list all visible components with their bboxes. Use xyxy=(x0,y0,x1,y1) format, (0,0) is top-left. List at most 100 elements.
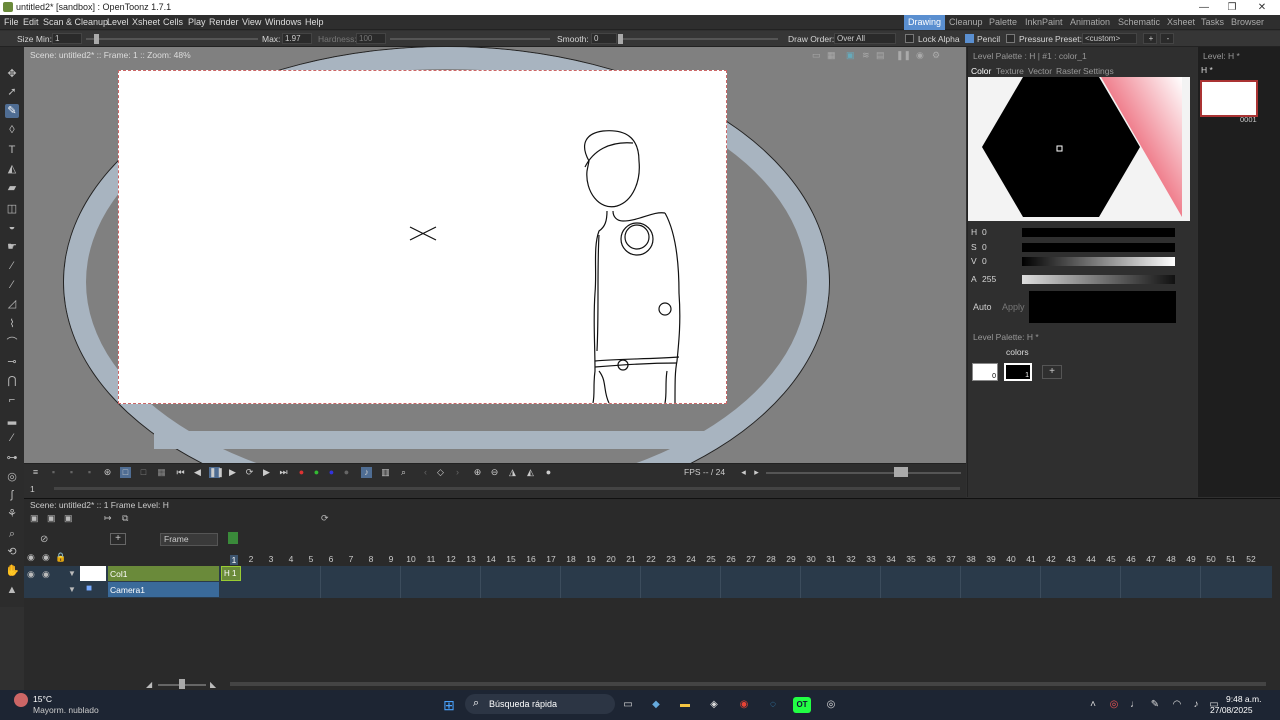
zoom-out-icon[interactable]: ⊖ xyxy=(489,467,500,478)
xsheet-side-hand-icon[interactable]: ✋ xyxy=(7,566,19,577)
first-frame-icon[interactable]: ⏮ xyxy=(175,467,186,478)
frame-number[interactable]: 45 xyxy=(1101,554,1121,564)
h-value[interactable]: 0 xyxy=(982,227,987,237)
fill-tool-icon[interactable]: ◭ xyxy=(5,162,19,176)
frame-number[interactable]: 28 xyxy=(761,554,781,564)
prev-key-icon[interactable]: ‹ xyxy=(420,467,431,478)
frame-number[interactable]: 18 xyxy=(561,554,581,564)
camera-expand-icon[interactable]: ▼ xyxy=(68,585,76,594)
room-cleanup[interactable]: Cleanup xyxy=(945,15,987,30)
fps-slider-track[interactable] xyxy=(766,472,961,474)
frame-number[interactable]: 14 xyxy=(481,554,501,564)
frame-number[interactable]: 34 xyxy=(881,554,901,564)
max-field[interactable]: 1.97 xyxy=(282,33,312,44)
frame-number[interactable]: 31 xyxy=(821,554,841,564)
menu-xsheet[interactable]: Xsheet xyxy=(132,17,160,27)
task-view-icon[interactable]: ▭ xyxy=(619,697,637,713)
clock-date[interactable]: 27/08/2025 xyxy=(1210,705,1253,715)
frame-number[interactable]: 38 xyxy=(961,554,981,564)
tab-color[interactable]: Color xyxy=(971,66,991,76)
current-frame-field[interactable]: 1 xyxy=(30,484,35,494)
auto-button[interactable]: Auto xyxy=(973,302,992,312)
wifi-icon[interactable]: ◠ xyxy=(1168,697,1186,713)
size-slider-track[interactable] xyxy=(86,38,258,40)
hardness-slider-track[interactable] xyxy=(390,38,550,40)
frame-number[interactable]: 30 xyxy=(801,554,821,564)
frame-number[interactable]: 46 xyxy=(1121,554,1141,564)
weather-temperature[interactable]: 15°C xyxy=(33,694,52,704)
new-raster-level-icon[interactable]: ▣ xyxy=(64,513,73,524)
frame-number[interactable]: 20 xyxy=(601,554,621,564)
finger-tool-icon[interactable]: ☛ xyxy=(5,240,19,254)
tray-chevron-icon[interactable]: ˄ xyxy=(1084,697,1102,713)
last-frame-icon[interactable]: ⏭ xyxy=(278,467,289,478)
minimize-button[interactable]: — xyxy=(1190,1,1218,14)
menu-scan-cleanup[interactable]: Scan & Cleanup xyxy=(43,17,108,27)
bender-tool-icon[interactable]: ⌐ xyxy=(5,393,19,407)
current-frame-number[interactable]: 1 xyxy=(230,555,238,565)
hardness-field[interactable]: 100 xyxy=(356,33,386,44)
iron-tool-icon[interactable]: ▂ xyxy=(5,412,19,426)
white-bg-icon[interactable]: □ xyxy=(120,467,131,478)
frame-number[interactable]: 52 xyxy=(1241,554,1261,564)
frame-number[interactable]: 41 xyxy=(1021,554,1041,564)
loop-icon[interactable]: ⟳ xyxy=(244,467,255,478)
selection-tool-icon[interactable]: ➚ xyxy=(5,85,19,99)
room-browser[interactable]: Browser xyxy=(1227,15,1268,30)
remove-preset-button[interactable]: - xyxy=(1160,33,1174,44)
volume-icon[interactable]: ♪ xyxy=(1187,697,1205,713)
room-tasks[interactable]: Tasks xyxy=(1197,15,1228,30)
color-picker[interactable] xyxy=(968,77,1190,221)
start-icon[interactable]: ⊞ xyxy=(440,697,458,713)
level-strip-frame[interactable] xyxy=(1200,80,1258,117)
frame-number[interactable]: 51 xyxy=(1221,554,1241,564)
frame-number[interactable]: 11 xyxy=(421,554,441,564)
frame-number[interactable]: 9 xyxy=(381,554,401,564)
black-bg-icon[interactable]: □ xyxy=(138,467,149,478)
search-box[interactable]: ⌕ Búsqueda rápida xyxy=(465,694,615,714)
hook-tool-icon[interactable]: ʃ xyxy=(5,488,19,502)
reset-icon[interactable]: ● xyxy=(543,467,554,478)
room-inknpaint[interactable]: InknPaint xyxy=(1021,15,1067,30)
type-tool-icon[interactable]: T xyxy=(5,143,19,157)
col1-preview-icon[interactable]: ◉ xyxy=(27,569,35,580)
a-slider[interactable] xyxy=(1022,275,1175,284)
frame-number[interactable]: 33 xyxy=(861,554,881,564)
frame-number[interactable]: 27 xyxy=(741,554,761,564)
room-drawing[interactable]: Drawing xyxy=(904,15,946,30)
weather-icon[interactable] xyxy=(14,693,28,707)
col1-expand-icon[interactable]: ▼ xyxy=(68,569,76,578)
skeleton-tool-icon[interactable]: ⊶ xyxy=(5,451,19,465)
frame-number[interactable]: 12 xyxy=(441,554,461,564)
paint-brush-tool-icon[interactable]: ▰ xyxy=(5,181,19,195)
menu-windows[interactable]: Windows xyxy=(265,17,302,27)
frame-number[interactable]: 7 xyxy=(341,554,361,564)
tracker-tool-icon[interactable]: ◎ xyxy=(5,470,19,484)
frame-number[interactable]: 17 xyxy=(541,554,561,564)
room-xsheet[interactable]: Xsheet xyxy=(1163,15,1199,30)
room-schematic[interactable]: Schematic xyxy=(1114,15,1164,30)
clock-time[interactable]: 9:48 a.m. xyxy=(1226,694,1261,704)
frame-number[interactable]: 37 xyxy=(941,554,961,564)
save-icon[interactable]: ▪ xyxy=(48,467,59,478)
rotate-tool-icon[interactable]: ⟲ xyxy=(5,545,19,559)
checker-bg-icon[interactable]: ▦ xyxy=(156,467,167,478)
transparency-check-icon[interactable]: ≋ xyxy=(862,50,870,61)
weather-description[interactable]: Mayorm. nublado xyxy=(33,705,99,715)
frame-zoom-select[interactable]: Frame xyxy=(160,533,218,546)
copilot-icon[interactable]: ◆ xyxy=(647,697,665,713)
menu-view[interactable]: View xyxy=(242,17,261,27)
style-chip-0[interactable]: 0 xyxy=(972,363,998,381)
freeze-icon[interactable]: ❚❚ xyxy=(896,50,911,61)
key-icon[interactable]: ◇ xyxy=(435,467,446,478)
render-icon[interactable]: ⊛ xyxy=(102,467,113,478)
safe-area-icon[interactable]: ▭ xyxy=(812,50,821,61)
menu-cells[interactable]: Cells xyxy=(163,17,183,27)
col1-cell-1[interactable]: H 1 xyxy=(221,566,241,581)
fps-slider-handle[interactable] xyxy=(894,467,908,477)
frame-number[interactable]: 49 xyxy=(1181,554,1201,564)
smooth-field[interactable]: 0 xyxy=(591,33,617,44)
col1-header[interactable]: Col1 xyxy=(108,566,219,581)
next-key-icon[interactable]: › xyxy=(452,467,463,478)
frame-number[interactable]: 13 xyxy=(461,554,481,564)
